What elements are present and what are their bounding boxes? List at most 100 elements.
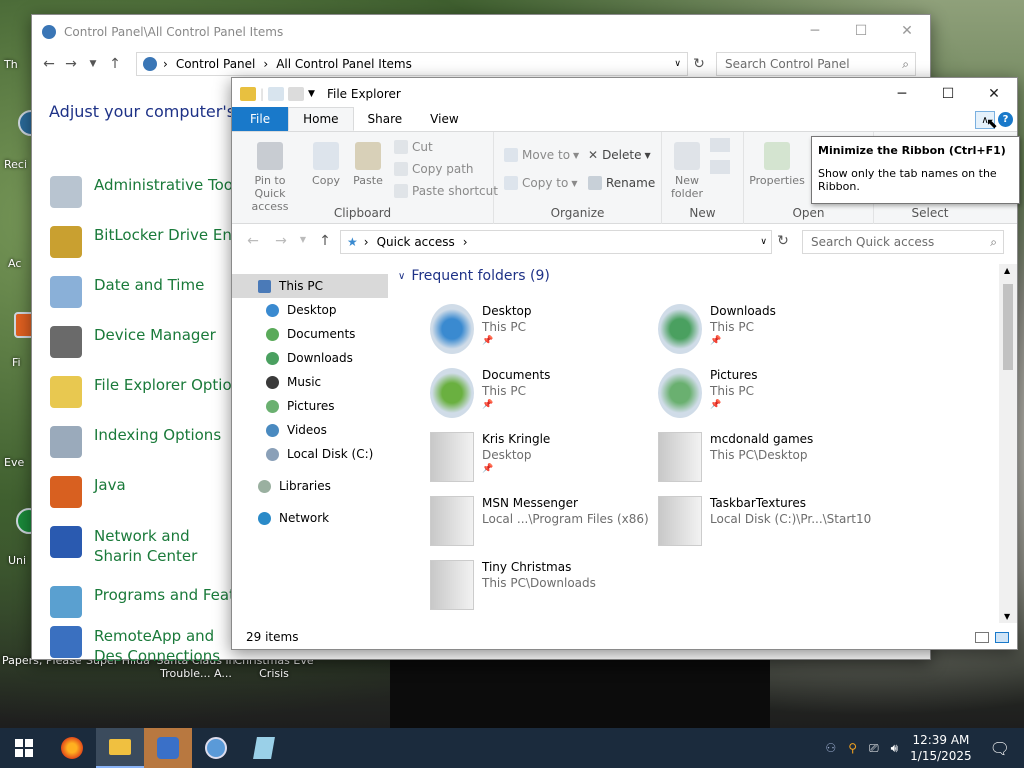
refresh-icon[interactable]: ↻ bbox=[772, 233, 794, 249]
new-item-icon[interactable] bbox=[710, 138, 730, 152]
paste-button[interactable]: Paste bbox=[350, 142, 386, 187]
nav-network[interactable]: Network bbox=[232, 506, 388, 530]
scroll-up-icon[interactable]: ▲ bbox=[1004, 266, 1010, 275]
folder-taskbartextures[interactable]: TaskbarTextures Local Disk (C:)\Pr...\Sta… bbox=[658, 496, 898, 546]
folder-desktop[interactable]: Desktop This PC 📌 bbox=[430, 304, 650, 354]
folder-location: This PC bbox=[710, 384, 754, 398]
folder-msn-messenger[interactable]: MSN Messenger Local ...\Program Files (x8… bbox=[430, 496, 650, 546]
nav-pictures[interactable]: Pictures bbox=[232, 394, 388, 418]
clock[interactable]: 12:39 AM 1/15/2025 bbox=[910, 732, 972, 764]
fe-maximize-button[interactable]: ☐ bbox=[925, 78, 971, 110]
large-icons-view-icon[interactable] bbox=[995, 632, 1009, 643]
tab-view[interactable]: View bbox=[416, 107, 472, 131]
taskbar-app-globe[interactable] bbox=[192, 728, 240, 768]
properties-qat-icon[interactable] bbox=[268, 87, 285, 101]
chevron-down-icon[interactable]: ∨ bbox=[674, 59, 681, 69]
back-arrow-icon[interactable]: ← bbox=[242, 233, 264, 249]
cp-minimize-button[interactable]: ─ bbox=[792, 15, 838, 47]
cp-item-indexing-options[interactable]: Indexing Options bbox=[50, 426, 221, 458]
taskbar-firefox[interactable] bbox=[48, 728, 96, 768]
volume-icon[interactable]: 🔊︎ bbox=[891, 741, 899, 756]
taskbar-file-explorer[interactable] bbox=[96, 728, 144, 768]
network-tray-icon[interactable]: ⎚ bbox=[869, 741, 879, 756]
forward-arrow-icon[interactable]: → bbox=[60, 56, 82, 72]
chevron-right-icon: › bbox=[363, 235, 369, 249]
fe-close-button[interactable]: ✕ bbox=[971, 78, 1017, 110]
folder-tiny-christmas[interactable]: Tiny Christmas This PC\Downloads bbox=[430, 560, 650, 610]
recent-dropdown-icon[interactable]: ▼ bbox=[82, 59, 104, 69]
cp-item-network-sharing[interactable]: Network and Sharin Center bbox=[50, 526, 230, 566]
cp-search-input[interactable]: Search Control Panel ⌕ bbox=[716, 52, 916, 76]
delete-button[interactable]: ✕ Delete ▼ bbox=[588, 148, 651, 162]
back-arrow-icon[interactable]: ← bbox=[38, 56, 60, 72]
easy-access-icon[interactable] bbox=[710, 160, 730, 174]
move-to-button[interactable]: Move to ▼ bbox=[504, 148, 579, 162]
cp-item-programs-features[interactable]: Programs and Featu bbox=[50, 586, 244, 618]
breadcrumb-all-items[interactable]: All Control Panel Items bbox=[276, 57, 412, 71]
cp-item-java[interactable]: Java bbox=[50, 476, 126, 508]
cp-item-device-manager[interactable]: Device Manager bbox=[50, 326, 216, 358]
nav-this-pc[interactable]: This PC bbox=[232, 274, 388, 298]
paste-shortcut-button[interactable]: Paste shortcut bbox=[394, 184, 498, 198]
system-tray: ⚇ ⚲ ⎚ 🔊︎ 12:39 AM 1/15/2025 🗨︎ bbox=[819, 728, 1024, 768]
recent-dropdown-icon[interactable]: ▼ bbox=[292, 235, 314, 244]
cp-maximize-button[interactable]: ☐ bbox=[838, 15, 884, 47]
cp-item-bitlocker[interactable]: BitLocker Drive Encr bbox=[50, 226, 246, 258]
qat-dropdown-icon[interactable]: ▼ bbox=[308, 89, 315, 99]
new-folder-button[interactable]: New folder bbox=[666, 142, 708, 200]
frequent-folders-header[interactable]: ∨ Frequent folders (9) bbox=[398, 268, 550, 284]
folder-downloads[interactable]: Downloads This PC 📌 bbox=[658, 304, 878, 354]
chevron-down-icon[interactable]: ∨ bbox=[760, 237, 767, 247]
cut-button[interactable]: Cut bbox=[394, 140, 433, 154]
refresh-icon[interactable]: ↻ bbox=[688, 56, 710, 72]
new-folder-qat-icon[interactable] bbox=[288, 87, 305, 101]
cp-item-date-time[interactable]: Date and Time bbox=[50, 276, 204, 308]
properties-button[interactable]: Properties bbox=[748, 142, 806, 187]
folder-documents[interactable]: Documents This PC 📌 bbox=[430, 368, 650, 418]
tab-share[interactable]: Share bbox=[354, 107, 417, 131]
nav-videos[interactable]: Videos bbox=[232, 418, 388, 442]
rename-button[interactable]: Rename bbox=[588, 176, 655, 190]
fe-search-input[interactable]: Search Quick access ⌕ bbox=[802, 230, 1004, 254]
nav-local-disk[interactable]: Local Disk (C:) bbox=[232, 442, 388, 466]
cp-close-button[interactable]: ✕ bbox=[884, 15, 930, 47]
nav-libraries[interactable]: Libraries bbox=[232, 474, 388, 498]
cp-item-remoteapp[interactable]: RemoteApp and Des Connections bbox=[50, 626, 230, 666]
up-arrow-icon[interactable]: ↑ bbox=[104, 56, 126, 72]
cp-address-box[interactable]: › Control Panel › All Control Panel Item… bbox=[136, 52, 688, 76]
fe-minimize-button[interactable]: ─ bbox=[879, 78, 925, 110]
tab-home[interactable]: Home bbox=[288, 107, 354, 131]
breadcrumb-control-panel[interactable]: Control Panel bbox=[176, 57, 256, 71]
search-tray-icon[interactable]: ⚲ bbox=[848, 741, 857, 755]
details-view-icon[interactable] bbox=[975, 632, 989, 643]
scroll-thumb[interactable] bbox=[1003, 284, 1013, 370]
nav-music[interactable]: Music bbox=[232, 370, 388, 394]
nav-downloads[interactable]: Downloads bbox=[232, 346, 388, 370]
people-icon[interactable]: ⚇ bbox=[825, 741, 836, 755]
nav-desktop[interactable]: Desktop bbox=[232, 298, 388, 322]
cp-item-file-explorer-options[interactable]: File Explorer Option bbox=[50, 376, 241, 408]
copy-path-button[interactable]: Copy path bbox=[394, 162, 474, 176]
folder-mcdonald-games[interactable]: mcdonald games This PC\Desktop bbox=[658, 432, 878, 482]
start-button[interactable] bbox=[0, 728, 48, 768]
copy-button[interactable]: Copy bbox=[308, 142, 344, 187]
up-arrow-icon[interactable]: ↑ bbox=[314, 233, 336, 249]
fe-address-box[interactable]: ★ › Quick access › ∨ bbox=[340, 230, 772, 254]
vertical-scrollbar[interactable]: ▲ ▼ bbox=[999, 264, 1017, 623]
tab-file[interactable]: File bbox=[232, 107, 289, 131]
pin-quick-access-button[interactable]: Pin to Quick access bbox=[238, 142, 302, 213]
cp-item-label: Indexing Options bbox=[94, 426, 222, 444]
action-center-icon[interactable]: 🗨︎ bbox=[990, 739, 1010, 758]
help-icon[interactable]: ? bbox=[998, 112, 1013, 127]
forward-arrow-icon[interactable]: → bbox=[270, 233, 292, 249]
cp-item-label: Java bbox=[94, 476, 126, 494]
taskbar-app-notepad[interactable] bbox=[240, 728, 288, 768]
folder-pictures[interactable]: Pictures This PC 📌 bbox=[658, 368, 878, 418]
folder-kris-kringle[interactable]: Kris Kringle Desktop 📌 bbox=[430, 432, 650, 482]
cp-item-administrative-tools[interactable]: Administrative Tools bbox=[50, 176, 245, 208]
taskbar-control-panel[interactable] bbox=[144, 728, 192, 768]
nav-documents[interactable]: Documents bbox=[232, 322, 388, 346]
scroll-down-icon[interactable]: ▼ bbox=[1004, 612, 1010, 621]
breadcrumb-quick-access[interactable]: Quick access bbox=[377, 235, 455, 249]
copy-to-button[interactable]: Copy to ▼ bbox=[504, 176, 577, 190]
